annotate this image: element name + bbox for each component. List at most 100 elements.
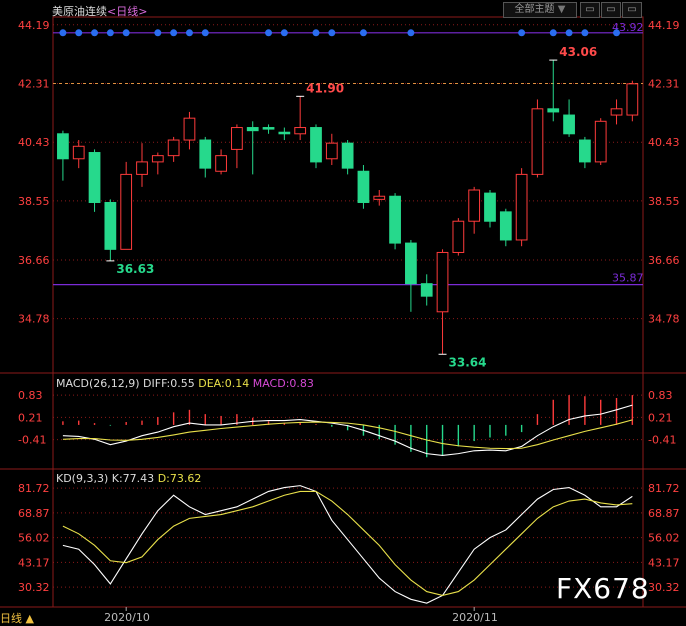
signal-dot xyxy=(280,29,288,37)
candle-body xyxy=(626,83,639,116)
candle-body xyxy=(420,283,433,297)
plot-border xyxy=(52,16,644,608)
candle-body xyxy=(167,139,180,157)
theme-label: 全部主题 xyxy=(514,4,555,15)
candle-body xyxy=(468,189,481,222)
signal-dot xyxy=(106,29,114,37)
candle-body xyxy=(325,142,338,160)
macd-name: MACD(26,12,9) xyxy=(56,377,140,390)
y-tick-label-left: 81.72 xyxy=(18,482,50,495)
signal-dot xyxy=(581,29,589,37)
y-tick-label-left: 0.21 xyxy=(18,411,43,424)
candle-body xyxy=(484,192,496,222)
y-tick-label-right: 38.55 xyxy=(648,195,680,208)
candle-body xyxy=(594,120,607,163)
y-tick-label-right: 68.87 xyxy=(648,507,680,520)
signal-dot xyxy=(328,29,336,37)
signal-dot xyxy=(265,29,273,37)
y-tick-label-right: 42.31 xyxy=(648,78,680,91)
candle-body xyxy=(405,242,417,285)
settings-icon[interactable]: ▭ xyxy=(622,2,642,18)
y-tick-label-left: 42.31 xyxy=(18,78,50,91)
y-tick-label-right: 43.17 xyxy=(648,556,680,569)
y-tick-label-left: 40.43 xyxy=(18,136,50,149)
y-tick-label-left: 44.19 xyxy=(18,19,50,32)
signal-dot xyxy=(59,29,67,37)
chart-frame: 2020/10 2020/11 xyxy=(0,16,686,624)
candle-body xyxy=(547,108,560,113)
period-switch[interactable]: 日线 ▲ xyxy=(0,610,34,626)
candle-body xyxy=(183,117,196,141)
candle-body xyxy=(341,142,354,169)
macd-dea: DEA:0.14 xyxy=(198,377,250,390)
y-tick-label-left: 30.32 xyxy=(18,581,50,594)
theme-dropdown[interactable]: 全部主题 ▼ xyxy=(503,2,577,18)
candle-body xyxy=(531,108,544,175)
candle-body xyxy=(199,139,212,169)
y-tick-label-left: 43.17 xyxy=(18,556,50,569)
y-tick-label-right: 40.43 xyxy=(648,136,680,149)
y-tick-label-right: 34.78 xyxy=(648,313,680,326)
level-label: 35.87 xyxy=(612,272,644,285)
y-tick-label-left: 34.78 xyxy=(18,313,50,326)
candle-body xyxy=(262,127,275,130)
zoom-out-icon[interactable]: ▭ xyxy=(601,2,621,18)
y-tick-label-left: 56.02 xyxy=(18,532,50,545)
candle-body xyxy=(231,127,243,150)
candle-body xyxy=(579,139,591,163)
period-label[interactable]: <日线> xyxy=(107,5,147,18)
candle-body xyxy=(499,211,512,241)
signal-dot xyxy=(201,29,209,37)
candle-body xyxy=(151,155,164,163)
y-tick-label-left: -0.41 xyxy=(18,434,46,447)
candle-body xyxy=(246,127,259,132)
candle-body xyxy=(215,155,227,172)
watermark: FX678 xyxy=(556,572,650,605)
signal-dot xyxy=(154,29,162,37)
extreme-label: 36.63 xyxy=(116,262,154,276)
chevron-down-icon: ▼ xyxy=(557,4,566,15)
macd-diff: DIFF:0.55 xyxy=(143,377,195,390)
candle-body xyxy=(563,114,575,135)
signal-dot xyxy=(185,29,193,37)
extreme-label: 41.90 xyxy=(306,81,344,95)
y-tick-label-right: 0.83 xyxy=(648,389,673,402)
chart-canvas[interactable]: 2020/10 2020/11 44.19 44.19 42.31 42.31 40.43… xyxy=(0,0,686,625)
y-tick-label-left: 36.66 xyxy=(18,254,50,267)
kd-d: D:73.62 xyxy=(157,472,202,485)
candle-body xyxy=(278,131,291,135)
signal-dot xyxy=(407,29,415,37)
macd-panel: 0.83 0.83 0.21 0.21 -0.41 -0.41 xyxy=(18,389,676,458)
signal-dot xyxy=(91,29,99,37)
signal-dot xyxy=(75,29,83,37)
y-tick-label-left: 68.87 xyxy=(18,507,50,520)
y-tick-label-left: 0.83 xyxy=(18,389,43,402)
candle-body xyxy=(610,108,623,116)
candle-body xyxy=(136,161,148,175)
candle-body xyxy=(104,201,117,250)
x-tick-label: 2020/11 xyxy=(452,611,498,624)
candle-body xyxy=(57,133,69,160)
signal-dot xyxy=(565,29,573,37)
y-tick-label-right: 36.66 xyxy=(648,254,680,267)
y-tick-label-right: 30.32 xyxy=(648,581,680,594)
instrument-name: 美原油连续 xyxy=(52,5,107,18)
signal-dot xyxy=(170,29,178,37)
candle-body xyxy=(436,251,449,313)
y-tick-label-right: 56.02 xyxy=(648,532,680,545)
signal-dot xyxy=(613,29,621,37)
zoom-in-icon[interactable]: ▭ xyxy=(580,2,600,18)
candle-body xyxy=(120,173,133,250)
signal-dot xyxy=(359,29,367,37)
candle-body xyxy=(294,127,307,135)
macd-value: MACD:0.83 xyxy=(252,377,314,390)
signal-dot xyxy=(549,29,557,37)
candle-body xyxy=(452,220,465,253)
macd-legend: MACD(26,12,9) DIFF:0.55 DEA:0.14 MACD:0.… xyxy=(56,377,314,390)
signal-dot xyxy=(122,29,130,37)
price-panel: 44.19 44.19 42.31 42.31 40.43 40.43 38.55 38.55… xyxy=(18,19,680,369)
kd-d-line xyxy=(62,490,633,597)
y-tick-label-right: -0.41 xyxy=(648,434,676,447)
candle-body xyxy=(72,145,85,160)
candle-body xyxy=(373,195,386,200)
